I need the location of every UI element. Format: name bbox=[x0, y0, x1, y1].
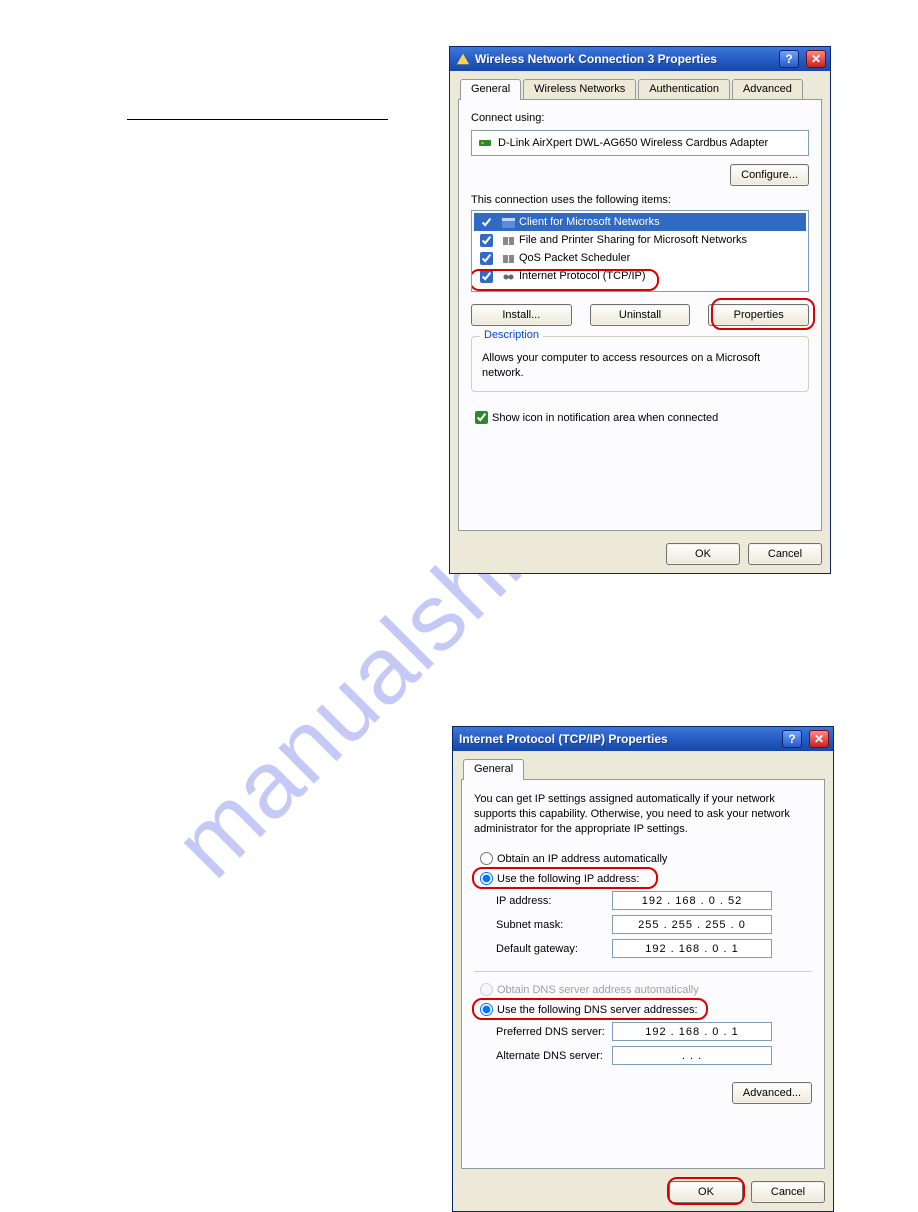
tcpip-properties-dialog: Internet Protocol (TCP/IP) Properties ? … bbox=[452, 726, 834, 1212]
tab-authentication[interactable]: Authentication bbox=[638, 79, 730, 100]
advanced-button[interactable]: Advanced... bbox=[732, 1082, 812, 1104]
default-gateway-input[interactable]: 192 . 168 . 0 . 1 bbox=[612, 939, 772, 958]
items-heading: This connection uses the following items… bbox=[471, 194, 809, 206]
uninstall-button[interactable]: Uninstall bbox=[590, 304, 691, 326]
preferred-dns-label: Preferred DNS server: bbox=[474, 1026, 612, 1038]
install-button[interactable]: Install... bbox=[471, 304, 572, 326]
list-item[interactable]: QoS Packet Scheduler bbox=[474, 249, 806, 267]
help-button[interactable]: ? bbox=[779, 50, 799, 68]
list-item-label: File and Printer Sharing for Microsoft N… bbox=[519, 234, 747, 246]
checkbox[interactable] bbox=[480, 234, 493, 247]
close-button[interactable]: ✕ bbox=[806, 50, 826, 68]
client-icon bbox=[501, 215, 515, 229]
alternate-dns-input[interactable]: . . . bbox=[612, 1046, 772, 1065]
title-text: Wireless Network Connection 3 Properties bbox=[475, 52, 772, 66]
checkbox[interactable] bbox=[480, 252, 493, 265]
cancel-button[interactable]: Cancel bbox=[751, 1181, 825, 1203]
radio-label: Use the following DNS server addresses: bbox=[497, 1004, 698, 1016]
components-list[interactable]: Client for Microsoft Networks File and P… bbox=[471, 210, 809, 292]
network-icon bbox=[456, 52, 470, 66]
tab-general[interactable]: General bbox=[463, 759, 524, 780]
network-properties-dialog: Wireless Network Connection 3 Properties… bbox=[449, 46, 831, 574]
show-icon-checkbox[interactable] bbox=[475, 411, 488, 424]
tab-strip: General Wireless Networks Authentication… bbox=[458, 79, 822, 100]
configure-button[interactable]: Configure... bbox=[730, 164, 809, 186]
preferred-dns-input[interactable]: 192 . 168 . 0 . 1 bbox=[612, 1022, 772, 1041]
tab-advanced[interactable]: Advanced bbox=[732, 79, 803, 100]
description-legend: Description bbox=[480, 329, 543, 341]
subnet-mask-label: Subnet mask: bbox=[474, 919, 612, 931]
description-text: Allows your computer to access resources… bbox=[482, 351, 798, 381]
close-button[interactable]: ✕ bbox=[809, 730, 829, 748]
service-icon bbox=[501, 233, 515, 247]
separator bbox=[474, 971, 812, 972]
adapter-name: D-Link AirXpert DWL-AG650 Wireless Cardb… bbox=[498, 137, 768, 149]
help-button[interactable]: ? bbox=[782, 730, 802, 748]
protocol-icon bbox=[501, 269, 515, 283]
list-item-label: QoS Packet Scheduler bbox=[519, 252, 630, 264]
list-item[interactable]: Internet Protocol (TCP/IP) bbox=[474, 267, 806, 285]
checkbox[interactable] bbox=[480, 216, 493, 229]
radio-label: Obtain DNS server address automatically bbox=[497, 984, 699, 996]
subnet-mask-input[interactable]: 255 . 255 . 255 . 0 bbox=[612, 915, 772, 934]
ip-address-input[interactable]: 192 . 168 . 0 . 52 bbox=[612, 891, 772, 910]
list-item-label: Internet Protocol (TCP/IP) bbox=[519, 270, 646, 282]
list-item[interactable]: File and Printer Sharing for Microsoft N… bbox=[474, 231, 806, 249]
connect-using-label: Connect using: bbox=[471, 112, 809, 124]
default-gateway-label: Default gateway: bbox=[474, 943, 612, 955]
page-heading-underline bbox=[127, 119, 388, 120]
radio-use-following-ip[interactable]: Use the following IP address: bbox=[474, 869, 812, 889]
ok-button[interactable]: OK bbox=[666, 543, 740, 565]
radio-obtain-dns-auto: Obtain DNS server address automatically bbox=[474, 980, 812, 1000]
adapter-icon bbox=[478, 136, 492, 150]
radio-use-following-dns[interactable]: Use the following DNS server addresses: bbox=[474, 1000, 812, 1020]
radio-label: Use the following IP address: bbox=[497, 873, 639, 885]
radio-obtain-ip-auto[interactable]: Obtain an IP address automatically bbox=[474, 849, 812, 869]
title-text: Internet Protocol (TCP/IP) Properties bbox=[459, 732, 775, 746]
ip-address-label: IP address: bbox=[474, 895, 612, 907]
titlebar[interactable]: Internet Protocol (TCP/IP) Properties ? … bbox=[453, 727, 833, 751]
intro-text: You can get IP settings assigned automat… bbox=[474, 792, 812, 837]
adapter-box: D-Link AirXpert DWL-AG650 Wireless Cardb… bbox=[471, 130, 809, 156]
titlebar[interactable]: Wireless Network Connection 3 Properties… bbox=[450, 47, 830, 71]
list-item-label: Client for Microsoft Networks bbox=[519, 216, 660, 228]
list-item[interactable]: Client for Microsoft Networks bbox=[474, 213, 806, 231]
radio-label: Obtain an IP address automatically bbox=[497, 853, 667, 865]
service-icon bbox=[501, 251, 515, 265]
properties-button[interactable]: Properties bbox=[708, 304, 809, 326]
alternate-dns-label: Alternate DNS server: bbox=[474, 1050, 612, 1062]
checkbox[interactable] bbox=[480, 270, 493, 283]
show-icon-label: Show icon in notification area when conn… bbox=[492, 412, 718, 424]
description-group: Description Allows your computer to acce… bbox=[471, 336, 809, 392]
tab-wireless-networks[interactable]: Wireless Networks bbox=[523, 79, 636, 100]
cancel-button[interactable]: Cancel bbox=[748, 543, 822, 565]
ok-button[interactable]: OK bbox=[669, 1181, 743, 1203]
tab-general[interactable]: General bbox=[460, 79, 521, 100]
